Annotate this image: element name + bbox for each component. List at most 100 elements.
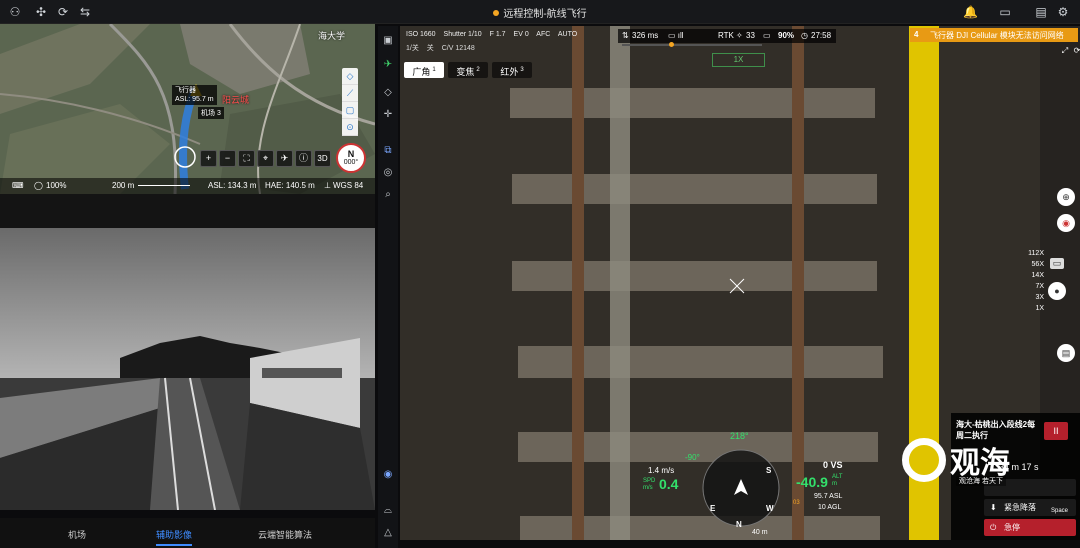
attitude-compass bbox=[702, 449, 780, 527]
fullscreen-icon[interactable]: ⤢ bbox=[1060, 46, 1070, 56]
window-title: 远程控制-航线飞行 bbox=[0, 5, 1080, 20]
zoom-level-7[interactable]: 7X bbox=[1004, 283, 1044, 294]
rect-tool-icon[interactable]: ▢ bbox=[342, 102, 358, 119]
route-icon[interactable]: △ bbox=[381, 526, 395, 540]
speed-label: SPD m/s bbox=[643, 478, 655, 492]
photo-mode-icon[interactable]: ▭ bbox=[1050, 258, 1064, 269]
message-icon[interactable]: ▤ bbox=[1034, 5, 1048, 19]
chat-icon[interactable]: ▤ bbox=[1057, 344, 1075, 362]
exposure-mode: AUTO bbox=[557, 31, 578, 38]
ai-box-icon[interactable]: ⧉ bbox=[381, 144, 395, 158]
compass-deg: 000° bbox=[343, 159, 359, 166]
flight-status-bar: ⇅ 326 ms ▭ ıll RTK ✧ 33 ▭ 90% ◷ 27:58 bbox=[618, 29, 836, 43]
tab-zoom-label: 变焦 bbox=[456, 67, 475, 77]
emergency-stop-button[interactable]: ⏻ 急停 bbox=[984, 519, 1076, 536]
tab-infrared[interactable]: 红外 3 bbox=[492, 62, 532, 78]
tab-dock[interactable]: 机场 bbox=[68, 528, 86, 541]
zoom-scale: 112X 56X 14X 7X 3X 1X bbox=[1004, 250, 1044, 316]
zoom-level-14[interactable]: 14X bbox=[1004, 272, 1044, 283]
zoom-level-1[interactable]: 1X bbox=[1004, 305, 1044, 316]
zoom-level-112[interactable]: 112X bbox=[1004, 250, 1044, 261]
tab-aux-video[interactable]: 辅助影像 bbox=[156, 528, 193, 546]
fit-view-icon[interactable]: ⛶ bbox=[238, 150, 255, 167]
shutter-button[interactable]: ● bbox=[1048, 282, 1066, 300]
dock-marker-label[interactable]: 机场 3 bbox=[198, 107, 224, 119]
joystick-icon[interactable]: ⊕ bbox=[1057, 188, 1075, 206]
tab-infrared-label: 红外 bbox=[500, 67, 519, 77]
bell-icon[interactable]: 🔔 bbox=[963, 5, 978, 19]
altitude-label-text: ALT bbox=[832, 474, 843, 480]
crosshair-icon[interactable]: ✛ bbox=[381, 108, 395, 122]
search-icon[interactable]: ⌕ bbox=[381, 188, 395, 202]
line-tool-icon[interactable]: ⟋ bbox=[342, 85, 358, 102]
fstop-value: F 1.7 bbox=[489, 31, 506, 38]
layout-icon[interactable]: ▭ bbox=[998, 5, 1012, 19]
clock-icon: ◷ bbox=[801, 31, 808, 40]
keyboard-icon[interactable]: ⌨ bbox=[12, 181, 24, 190]
camera-param-b: 关 bbox=[426, 45, 434, 52]
3d-toggle-button[interactable]: 3D bbox=[314, 150, 331, 167]
land-icon: ⬇ bbox=[990, 503, 997, 512]
tab-infrared-num: 3 bbox=[520, 67, 524, 73]
tab-wide-num: 1 bbox=[432, 67, 436, 73]
bottom-tabs: 机场 辅助影像 云端智能算法 bbox=[0, 518, 375, 548]
map-view[interactable]: 海大学 阳云城 飞行器 ASL: 95.7 m 机场 3 ◇ ⟋ ▢ ⊙ + −… bbox=[0, 24, 375, 194]
progress-marker bbox=[669, 42, 674, 47]
aircraft-icon[interactable]: ✈ bbox=[381, 58, 395, 72]
auxiliary-video[interactable] bbox=[0, 228, 375, 510]
battery-icon: ▭ bbox=[763, 31, 771, 40]
landing-icon[interactable]: ⌓ bbox=[381, 504, 395, 518]
map-compass[interactable]: N 000° bbox=[336, 143, 366, 173]
scale-line bbox=[138, 185, 190, 186]
polygon-tool-icon[interactable]: ◇ bbox=[342, 68, 358, 85]
map-tiles bbox=[0, 24, 375, 194]
alert-index: 4 bbox=[914, 30, 919, 39]
circle-tool-icon[interactable]: ⊙ bbox=[342, 119, 358, 136]
status-dot bbox=[493, 10, 500, 16]
compass-small-value: 03 bbox=[793, 500, 800, 506]
speed-label-text: SPD bbox=[643, 478, 656, 484]
datum-icon: ⊥ bbox=[324, 181, 331, 190]
alert-text: 飞行器 DJI Cellular 模块无法访问网络 bbox=[930, 31, 1064, 40]
zoom-out-button[interactable]: − bbox=[219, 150, 236, 167]
map-scale-label: 200 m bbox=[112, 181, 135, 190]
map-datum: WGS 84 bbox=[333, 181, 364, 190]
alert-banner[interactable]: 4 飞行器 DJI Cellular 模块无法访问网络 bbox=[910, 28, 1078, 42]
map-asl: ASL: 134.3 m bbox=[208, 181, 257, 190]
aircraft-center-icon[interactable]: ✈ bbox=[276, 150, 293, 167]
progress-track bbox=[622, 44, 762, 46]
tab-zoom[interactable]: 变焦 2 bbox=[448, 62, 488, 78]
watermark-logo: 观海 观沧海 若天下 bbox=[902, 438, 1022, 490]
watermark-g-mark bbox=[902, 438, 946, 482]
compass-mark-n: N bbox=[736, 520, 742, 529]
camera-param-a: 1/关 bbox=[406, 45, 419, 52]
tab-cloud-algorithm[interactable]: 云端智能算法 bbox=[258, 528, 312, 541]
target-icon[interactable]: ◎ bbox=[381, 166, 395, 180]
emergency-land-label: 紧急降落 bbox=[1004, 503, 1036, 512]
info-icon[interactable]: ⓘ bbox=[295, 150, 312, 167]
tab-zoom-num: 2 bbox=[476, 67, 480, 73]
zoom-level-56[interactable]: 56X bbox=[1004, 261, 1044, 272]
waypoint-icon[interactable]: ◇ bbox=[381, 86, 395, 100]
satellite-icon: ✧ bbox=[736, 31, 743, 40]
tab-wide[interactable]: 广角 1 bbox=[404, 62, 444, 78]
shutter-value: Shutter 1/10 bbox=[443, 31, 482, 38]
ai-detect-icon[interactable]: ◉ bbox=[381, 468, 395, 482]
zoom-in-button[interactable]: + bbox=[200, 150, 217, 167]
locate-icon[interactable]: ⌖ bbox=[257, 150, 274, 167]
settings-icon[interactable]: ⚙ bbox=[1056, 5, 1070, 19]
zoom-level-3[interactable]: 3X bbox=[1004, 294, 1044, 305]
aircraft-marker-label[interactable]: 飞行器 ASL: 95.7 m bbox=[172, 85, 217, 105]
refresh-icon[interactable]: ⟳ bbox=[1072, 46, 1080, 56]
ai-mode-icon[interactable]: ◉ bbox=[1057, 214, 1075, 232]
camera-params-2: 1/关 关 C/V 12148 bbox=[406, 43, 481, 53]
rtk-label: RTK bbox=[718, 31, 734, 40]
map-vertical-tools: ◇ ⟋ ▢ ⊙ bbox=[342, 68, 358, 136]
main-video[interactable]: ISO 1660 Shutter 1/10 F 1.7 EV 0 AFC AUT… bbox=[400, 26, 1080, 540]
compass-mark-s: S bbox=[766, 466, 772, 475]
map-layer-icon[interactable]: ▣ bbox=[381, 34, 395, 48]
pause-button[interactable]: II bbox=[1044, 422, 1068, 440]
map-hae: HAE: 140.5 m bbox=[265, 181, 315, 190]
altitude-unit: m bbox=[832, 481, 837, 487]
emergency-stop-label: 急停 bbox=[1004, 523, 1020, 532]
